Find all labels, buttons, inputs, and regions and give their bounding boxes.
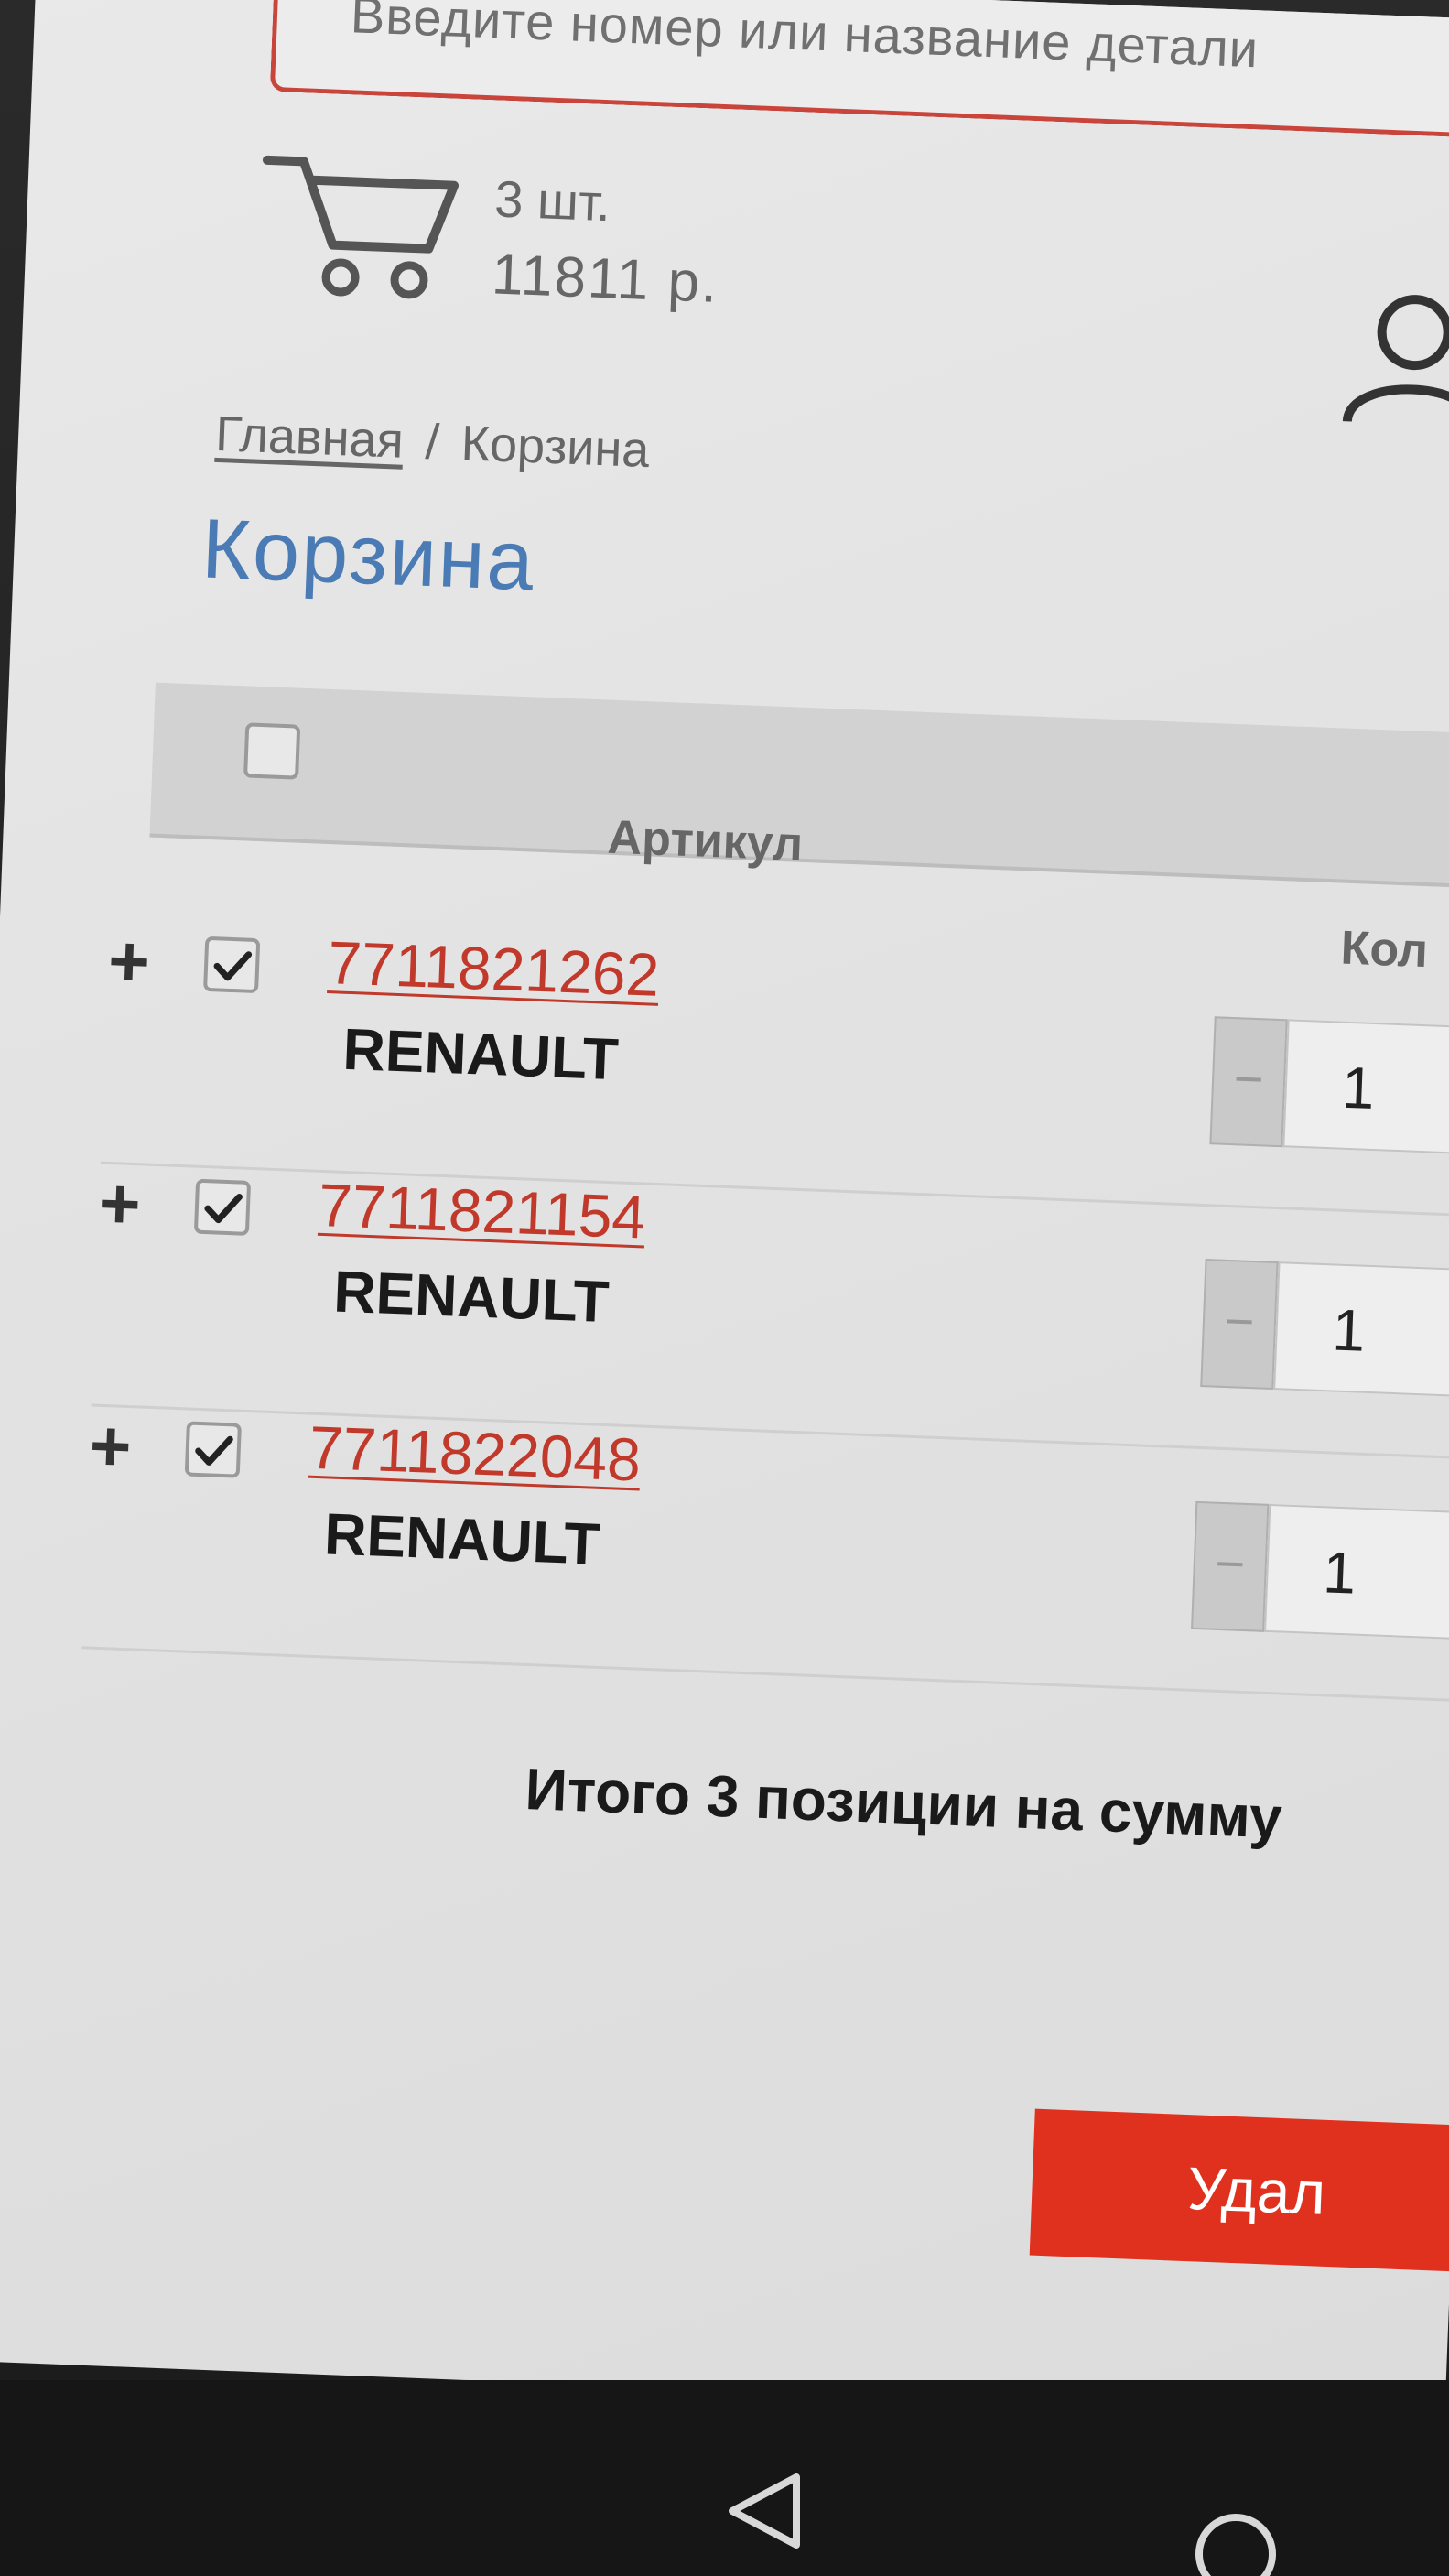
column-header-article[interactable]: Артикул (607, 810, 805, 872)
browser-viewport: Введите номер или название детали 3 шт. … (0, 0, 1449, 2419)
checkmark-icon (204, 1193, 243, 1224)
android-navigation-bar (0, 2380, 1449, 2576)
brand-label: RENAULT (332, 1258, 611, 1336)
article-link[interactable]: 7711821154 (318, 1170, 647, 1252)
quantity-input[interactable]: 1 (1273, 1261, 1449, 1402)
search-field[interactable]: Введите номер или название детали (269, 0, 1449, 140)
cart-total-summary: Итого 3 позиции на сумму (524, 1755, 1283, 1851)
breadcrumb: Главная / Корзина (214, 406, 650, 479)
user-icon[interactable] (1338, 288, 1449, 431)
brand-label: RENAULT (323, 1500, 601, 1577)
quantity-input[interactable]: 1 (1264, 1503, 1449, 1644)
expand-row-button[interactable]: + (97, 1162, 142, 1247)
home-icon[interactable] (1190, 2508, 1281, 2576)
quantity-input[interactable]: 1 (1282, 1019, 1449, 1159)
delete-button[interactable]: Удал (1029, 2108, 1449, 2274)
table-row: + 7711822048 RENAULT − 1 (81, 1403, 1449, 1703)
article-link[interactable]: 7711821262 (327, 927, 661, 1010)
checkmark-icon (213, 951, 253, 981)
quantity-stepper: − 1 (1191, 1500, 1449, 1644)
cart-icon[interactable] (253, 141, 469, 305)
cart-count[interactable]: 3 шт. (493, 168, 611, 233)
brand-label: RENAULT (341, 1015, 620, 1093)
select-all-checkbox[interactable] (243, 722, 301, 780)
breadcrumb-separator: / (424, 414, 440, 471)
article-link[interactable]: 7711822048 (308, 1412, 643, 1495)
row-checkbox[interactable] (184, 1421, 242, 1478)
expand-row-button[interactable]: + (88, 1403, 133, 1488)
breadcrumb-current: Корзина (460, 416, 651, 479)
device-frame: Введите номер или название детали 3 шт. … (0, 0, 1449, 2576)
quantity-decrease-button[interactable]: − (1200, 1259, 1279, 1391)
quantity-decrease-button[interactable]: − (1191, 1500, 1270, 1632)
quantity-decrease-button[interactable]: − (1209, 1016, 1288, 1148)
row-checkbox[interactable] (203, 936, 261, 994)
table-header: Артикул Кол (149, 682, 1449, 978)
quantity-stepper: − 1 (1209, 1016, 1449, 1159)
checkmark-icon (195, 1435, 233, 1466)
expand-row-button[interactable]: + (106, 919, 152, 1004)
page-title: Корзина (200, 502, 537, 609)
quantity-stepper: − 1 (1200, 1259, 1449, 1402)
cart-sum[interactable]: 11811 р. (491, 242, 720, 315)
row-checkbox[interactable] (193, 1178, 252, 1236)
back-icon[interactable] (723, 2470, 806, 2552)
search-placeholder: Введите номер или название детали (349, 0, 1260, 79)
breadcrumb-home-link[interactable]: Главная (214, 406, 405, 469)
